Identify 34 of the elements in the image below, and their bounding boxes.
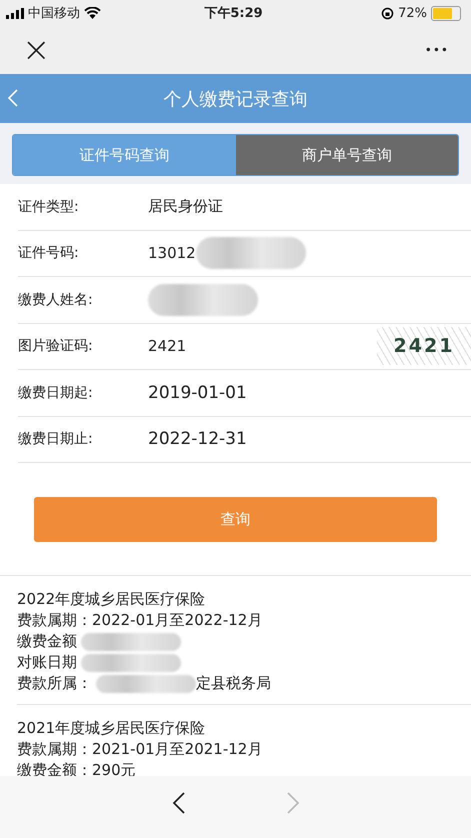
- record-title: 2022年度城乡居民医疗保险: [17, 589, 206, 610]
- field-label: 缴费日期止:: [18, 430, 94, 448]
- back-icon[interactable]: [172, 792, 184, 814]
- close-button[interactable]: ×: [22, 33, 50, 67]
- record-line: 对账日期: [17, 652, 77, 673]
- battery-icon: [431, 6, 461, 20]
- field-label: 缴费日期起:: [18, 384, 94, 402]
- field-value[interactable]: 13012: [148, 244, 196, 262]
- record-line: 缴费金额: [17, 631, 77, 652]
- captcha-code: 2421: [394, 334, 454, 356]
- field-value[interactable]: 2019-01-01: [148, 382, 247, 403]
- record-line: 费款所属：: [17, 673, 92, 694]
- record-title: 2021年度城乡居民医疗保险: [17, 718, 206, 739]
- more-button[interactable]: •••: [424, 43, 449, 57]
- record-line: 费款属期：2022-01月至2022-12月: [17, 610, 262, 631]
- field-label: 图片验证码:: [18, 337, 94, 356]
- field-label: 缴费人姓名:: [18, 290, 94, 309]
- field-label: 证件类型:: [18, 198, 80, 216]
- battery-percent: 72%: [398, 6, 427, 20]
- field-value[interactable]: 居民身份证: [148, 197, 223, 216]
- signal-icon: [6, 8, 24, 18]
- captcha-image[interactable]: 2421: [377, 326, 471, 364]
- tab[interactable]: 商户单号查询: [236, 135, 458, 175]
- page-title: 个人缴费记录查询: [164, 88, 308, 110]
- status-time: 下午5:29: [204, 5, 263, 22]
- carrier-name: 中国移动: [28, 5, 80, 22]
- field-value[interactable]: 2022-12-31: [148, 429, 247, 450]
- record-line: 费款属期：2021-01月至2021-12月: [17, 739, 262, 760]
- forward-icon[interactable]: [286, 792, 298, 814]
- field-label: 证件号码:: [18, 244, 80, 262]
- rotation-lock-icon: [381, 6, 394, 20]
- field-value[interactable]: 2421: [148, 337, 186, 356]
- record-line: 定县税务局: [196, 673, 271, 694]
- wifi-icon: [84, 7, 101, 19]
